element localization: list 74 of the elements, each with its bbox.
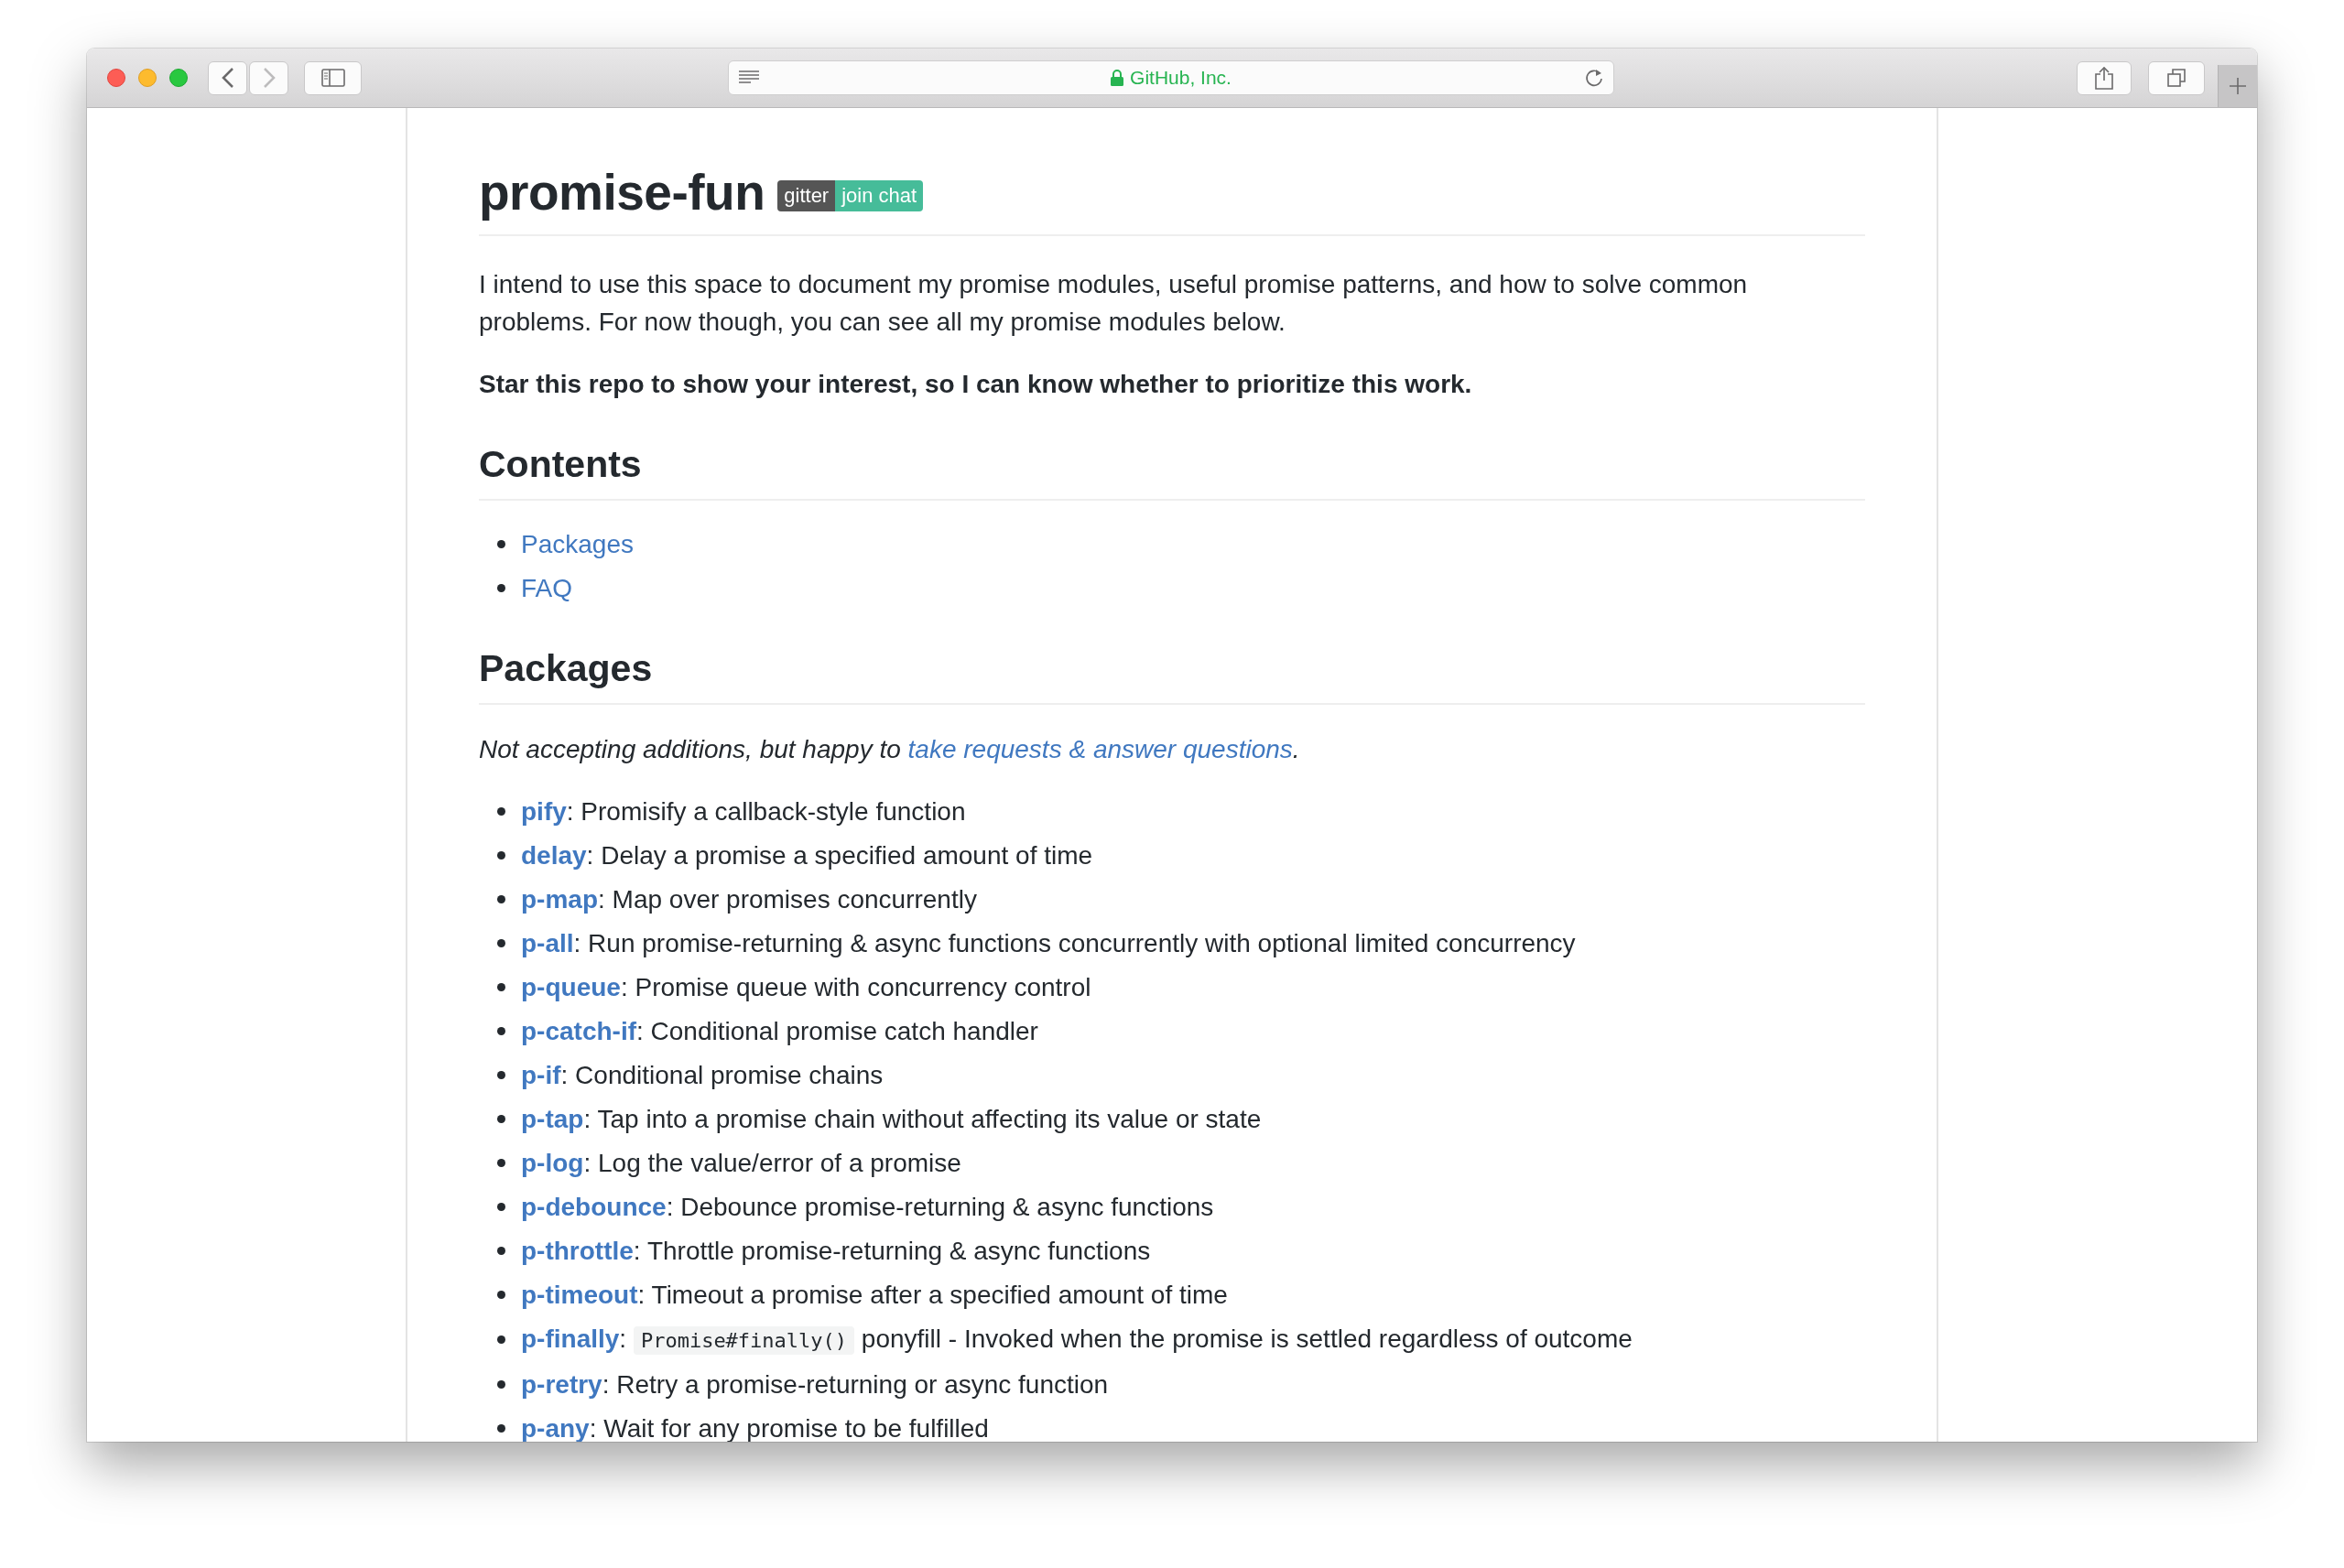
package-item: pify: Promisify a callback-style function: [521, 796, 966, 827]
bullet-icon: [497, 851, 505, 860]
bullet-icon: [497, 1203, 505, 1211]
package-item: p-queue: Promise queue with concurrency control: [521, 972, 1091, 1003]
package-item: p-catch-if: Conditional promise catch handler: [521, 1016, 1038, 1047]
bullet-icon: [497, 1071, 505, 1079]
plus-icon: [2229, 77, 2247, 95]
package-item: p-retry: Retry a promise-returning or async function: [521, 1369, 1109, 1400]
package-link[interactable]: p-map: [521, 885, 598, 914]
share-icon: [2094, 66, 2114, 90]
bullet-icon: [497, 1380, 505, 1389]
section-heading: Packages: [479, 647, 1865, 705]
bullet-icon: [497, 1291, 505, 1299]
sidebar-button[interactable]: [304, 60, 362, 95]
minimize-button[interactable]: [138, 69, 157, 87]
package-link[interactable]: p-catch-if: [521, 1017, 636, 1045]
package-item: p-finally: Promise#finally() ponyfill - Invoked when the promise is settled regardless of outcome: [521, 1324, 1633, 1357]
bullet-icon: [497, 1159, 505, 1167]
package-link[interactable]: p-finally: [521, 1325, 620, 1353]
note-text: Not accepting additions, but happy to take requests & answer questions.: [479, 734, 1301, 765]
bullet-icon: [497, 807, 505, 816]
section-heading: Contents: [479, 443, 1865, 501]
sidebar-icon: [320, 69, 345, 87]
share-button[interactable]: [2077, 60, 2132, 95]
package-link[interactable]: p-debounce: [521, 1193, 667, 1221]
bullet-icon: [497, 1336, 505, 1344]
site-name: GitHub, Inc.: [1130, 67, 1232, 89]
bullet-icon: [497, 983, 505, 991]
lock-icon: [1111, 70, 1124, 86]
intro-paragraph: I intend to use this space to document my promise modules, useful promise patterns, and how to solve common problems. For now though, you can see all my promise modules below.: [479, 269, 1749, 338]
package-item: p-any: Wait for any promise to be fulfilled: [521, 1413, 989, 1442]
code-snippet: Promise#finally(): [633, 1326, 855, 1355]
package-link[interactable]: p-throttle: [521, 1237, 634, 1265]
package-link[interactable]: p-if: [521, 1061, 561, 1089]
contents-link[interactable]: FAQ: [521, 569, 572, 607]
requests-link[interactable]: take requests & answer questions: [907, 735, 1293, 763]
bullet-icon: [497, 895, 505, 903]
zoom-button[interactable]: [169, 69, 188, 87]
bullet-icon: [497, 584, 505, 592]
package-item: delay: Delay a promise a specified amount of time: [521, 840, 1093, 871]
contents-link[interactable]: Packages: [521, 525, 634, 563]
page-title: promise-fun: [479, 163, 765, 222]
address-bar[interactable]: GitHub, Inc.: [728, 60, 1614, 95]
package-link[interactable]: p-log: [521, 1149, 584, 1177]
package-link[interactable]: pify: [521, 797, 567, 826]
new-tab-button[interactable]: [2218, 65, 2257, 107]
package-link[interactable]: p-all: [521, 929, 574, 957]
back-button[interactable]: [208, 60, 247, 95]
package-link[interactable]: delay: [521, 841, 587, 870]
reader-icon[interactable]: [738, 70, 760, 86]
package-item: p-tap: Tap into a promise chain without affecting its value or state: [521, 1104, 1262, 1135]
call-to-action: Star this repo to show your interest, so I can know whether to prioritize this work.: [479, 369, 1473, 400]
package-link[interactable]: p-any: [521, 1414, 590, 1442]
package-item: p-timeout: Timeout a promise after a specified amount of time: [521, 1280, 1228, 1311]
bullet-icon: [497, 939, 505, 947]
package-item: p-all: Run promise-returning & async functions concurrently with optional limited concurrency: [521, 928, 1576, 959]
package-item: p-throttle: Throttle promise-returning & async functions: [521, 1236, 1151, 1267]
package-item: p-log: Log the value/error of a promise: [521, 1148, 961, 1179]
tabs-icon: [2166, 68, 2187, 88]
bullet-icon: [497, 1247, 505, 1255]
bullet-icon: [497, 540, 505, 548]
package-link[interactable]: p-timeout: [521, 1281, 638, 1309]
package-link[interactable]: p-queue: [521, 973, 621, 1001]
bullet-icon: [497, 1115, 505, 1123]
tabs-button[interactable]: [2148, 60, 2205, 95]
package-link[interactable]: p-tap: [521, 1105, 584, 1133]
bullet-icon: [497, 1027, 505, 1035]
close-button[interactable]: [107, 69, 125, 87]
bullet-icon: [497, 1424, 505, 1433]
package-link[interactable]: p-retry: [521, 1370, 602, 1399]
package-item: p-debounce: Debounce promise-returning & async functions: [521, 1192, 1214, 1223]
reload-icon[interactable]: [1584, 68, 1604, 88]
package-item: p-if: Conditional promise chains: [521, 1060, 884, 1091]
package-item: p-map: Map over promises concurrently: [521, 884, 977, 915]
